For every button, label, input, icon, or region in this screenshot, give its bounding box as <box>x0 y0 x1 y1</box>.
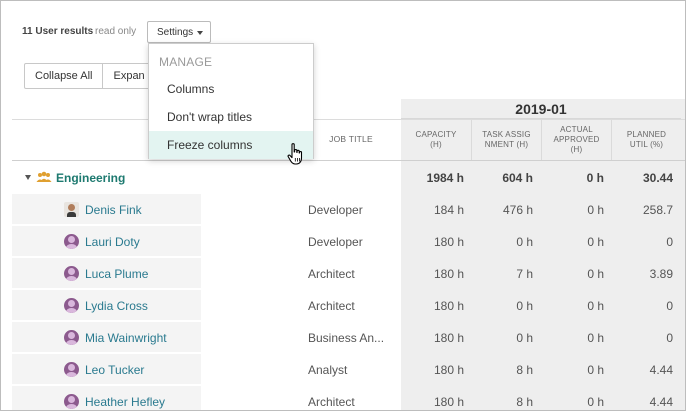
actual-approved-cell: 0 h <box>587 235 604 249</box>
actual-approved-cell: 0 h <box>587 395 604 409</box>
capacity-cell: 180 h <box>433 299 464 313</box>
user-photo-avatar <box>64 202 79 217</box>
table-row[interactable]: Lauri Doty Developer 180 h 0 h 0 h 0 <box>12 226 685 258</box>
user-name-cell: Lauri Doty <box>12 226 201 258</box>
job-title-cell: Developer <box>308 235 363 249</box>
menu-section-manage: MANAGE <box>159 55 213 69</box>
task-assignment-cell: 0 h <box>516 331 533 345</box>
user-name-link[interactable]: Lydia Cross <box>85 299 148 313</box>
planned-util-cell: 0 <box>666 299 673 313</box>
job-title-cell: Developer <box>308 203 363 217</box>
menu-item-dont-wrap-titles[interactable]: Don't wrap titles <box>149 103 313 131</box>
table-row[interactable]: Mia Wainwright Business An... 180 h 0 h … <box>12 322 685 354</box>
planned-util-cell: 0 <box>666 331 673 345</box>
capacity-cell: 184 h <box>433 203 464 217</box>
actual-approved-cell: 0 h <box>587 331 604 345</box>
capacity-header-label: CAPACITY (H) <box>415 130 457 149</box>
capacity-cell: 180 h <box>433 395 464 409</box>
planned-util-cell: 4.44 <box>649 363 673 377</box>
expand-all-button[interactable]: Expan <box>102 64 154 88</box>
table-row[interactable]: Leo Tucker Analyst 180 h 8 h 0 h 4.44 <box>12 354 685 386</box>
task-assignment-cell: 0 h <box>516 299 533 313</box>
group-actual-approved: 0 h <box>586 171 604 185</box>
user-name-link[interactable]: Denis Fink <box>85 203 142 217</box>
settings-button[interactable]: Settings <box>147 21 211 43</box>
settings-label: Settings <box>157 26 194 38</box>
actual-approved-header-label: ACTUAL APPROVED (H) <box>553 125 600 154</box>
user-name-link[interactable]: Leo Tucker <box>85 363 144 377</box>
group-name[interactable]: Engineering <box>56 171 125 185</box>
task-assignment-column-header[interactable]: TASK ASSIGNMENT (H) <box>471 120 541 160</box>
results-count: 11 User results <box>22 26 94 37</box>
job-title-cell: Architect <box>308 299 355 313</box>
user-name-link[interactable]: Heather Hefley <box>85 395 165 409</box>
caret-down-icon <box>197 30 204 35</box>
group-task-assignment: 604 h <box>502 171 533 185</box>
user-name-link[interactable]: Luca Plume <box>85 267 148 281</box>
task-assignment-cell: 7 h <box>516 267 533 281</box>
app-window: 11 User results read only Settings Colla… <box>0 0 686 411</box>
capacity-cell: 180 h <box>433 331 464 345</box>
actual-approved-cell: 0 h <box>587 203 604 217</box>
task-assignment-cell: 8 h <box>516 363 533 377</box>
user-name-cell: Luca Plume <box>12 258 201 290</box>
job-title-cell: Architect <box>308 395 355 409</box>
task-assignment-cell: 0 h <box>516 235 533 249</box>
job-title-cell: Business An... <box>308 331 385 345</box>
people-group-icon <box>36 171 52 182</box>
task-assignment-header-label: TASK ASSIGNMENT (H) <box>482 130 531 149</box>
planned-util-cell: 3.89 <box>649 267 673 281</box>
header-bottom-divider <box>12 160 685 161</box>
user-avatar-icon <box>64 266 79 281</box>
table-row[interactable]: Denis Fink Developer 184 h 476 h 0 h 258… <box>12 194 685 226</box>
capacity-cell: 180 h <box>433 235 464 249</box>
planned-util-column-header[interactable]: PLANNED UTIL (%) <box>611 120 681 160</box>
collapse-all-button[interactable]: Collapse All <box>25 64 102 88</box>
user-name-link[interactable]: Lauri Doty <box>85 235 140 249</box>
user-name-link[interactable]: Mia Wainwright <box>85 331 167 345</box>
job-title-cell: Architect <box>308 267 355 281</box>
task-assignment-cell: 476 h <box>502 203 533 217</box>
menu-item-columns[interactable]: Columns <box>149 75 313 103</box>
readonly-label: read only <box>95 26 137 37</box>
user-avatar-icon <box>64 330 79 345</box>
user-name-cell: Heather Hefley <box>12 386 201 410</box>
planned-util-cell: 0 <box>666 235 673 249</box>
user-name-cell: Leo Tucker <box>12 354 201 386</box>
actual-approved-cell: 0 h <box>587 299 604 313</box>
task-assignment-cell: 8 h <box>516 395 533 409</box>
group-row-engineering[interactable]: Engineering 1984 h 604 h 0 h 30.44 <box>12 162 685 194</box>
user-name-cell: Mia Wainwright <box>12 322 201 354</box>
actual-approved-cell: 0 h <box>587 267 604 281</box>
job-title-cell: Analyst <box>308 363 348 377</box>
triangle-down-icon[interactable] <box>25 175 31 180</box>
table-row[interactable]: Heather Hefley Architect 180 h 8 h 0 h 4… <box>12 386 685 410</box>
month-header: 2019-01 <box>401 99 681 119</box>
table-row[interactable]: Lydia Cross Architect 180 h 0 h 0 h 0 <box>12 290 685 322</box>
hand-pointer-icon <box>287 143 303 165</box>
user-avatar-icon <box>64 298 79 313</box>
user-name-cell: Lydia Cross <box>12 290 201 322</box>
planned-util-header-label: PLANNED UTIL (%) <box>626 130 667 149</box>
table-row[interactable]: Luca Plume Architect 180 h 7 h 0 h 3.89 <box>12 258 685 290</box>
user-avatar-icon <box>64 394 79 409</box>
group-name-cell: Engineering <box>12 162 201 194</box>
planned-util-cell: 258.7 <box>642 203 673 217</box>
job-title-header[interactable]: JOB TITLE <box>301 134 401 144</box>
actual-approved-column-header[interactable]: ACTUAL APPROVED (H) <box>541 120 611 160</box>
planned-util-cell: 4.44 <box>649 395 673 409</box>
actual-approved-cell: 0 h <box>587 363 604 377</box>
group-capacity: 1984 h <box>426 171 464 185</box>
capacity-column-header[interactable]: CAPACITY (H) <box>401 120 471 160</box>
user-avatar-icon <box>64 362 79 377</box>
user-name-cell: Denis Fink <box>12 194 201 226</box>
user-avatar-icon <box>64 234 79 249</box>
collapse-expand-group: Collapse All Expan <box>24 63 156 89</box>
capacity-cell: 180 h <box>433 267 464 281</box>
group-planned-util: 30.44 <box>642 171 673 185</box>
capacity-cell: 180 h <box>433 363 464 377</box>
